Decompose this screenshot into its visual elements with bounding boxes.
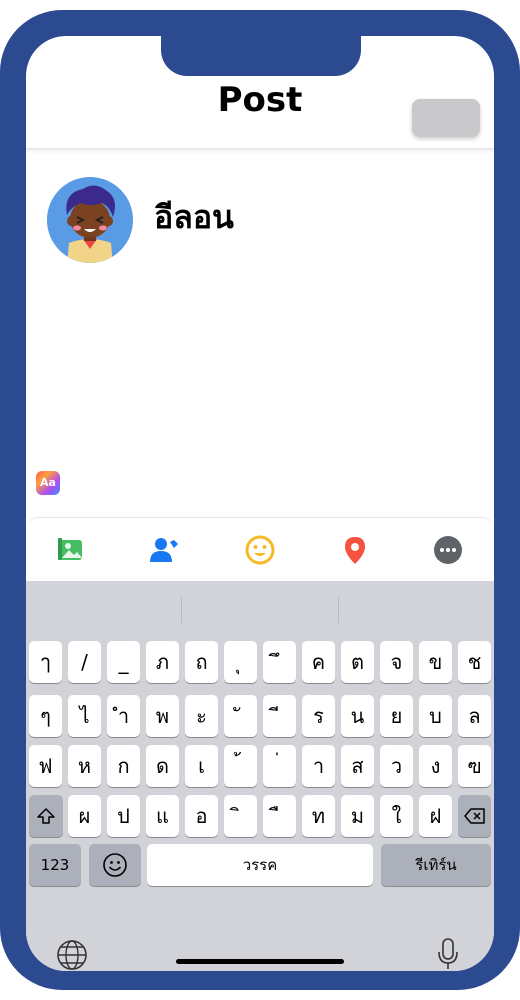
space-key[interactable]: วรรค xyxy=(147,844,373,886)
key[interactable]: ื xyxy=(263,795,296,837)
key[interactable]: ล xyxy=(458,695,491,737)
avatar xyxy=(47,177,133,263)
composer-toolbar xyxy=(26,517,494,581)
key[interactable]: ป xyxy=(107,795,140,837)
key[interactable]: ๅ xyxy=(29,641,62,683)
key[interactable]: ั xyxy=(224,695,257,737)
key[interactable]: ิ xyxy=(224,795,257,837)
feeling-icon[interactable] xyxy=(244,534,276,566)
key[interactable]: ก xyxy=(107,745,140,787)
username: อีลอน xyxy=(154,198,234,236)
key[interactable]: ว xyxy=(380,745,413,787)
key[interactable]: ี xyxy=(263,695,296,737)
screen: Post อีลอน Aa ๅ / _ ภ ถ ค ต จ ข ช ๆ ไ ำ … xyxy=(26,36,494,971)
key[interactable]: ด xyxy=(146,745,179,787)
key[interactable]: ำ xyxy=(107,695,140,737)
suggestion-divider xyxy=(338,597,339,623)
microphone-icon[interactable] xyxy=(436,937,460,971)
emoji-key[interactable] xyxy=(89,844,141,886)
key[interactable]: _ xyxy=(107,641,140,683)
key[interactable]: ต xyxy=(341,641,374,683)
return-key[interactable]: รีเทิร์น xyxy=(381,844,491,886)
key[interactable]: ึ xyxy=(263,641,296,683)
key[interactable]: ุ xyxy=(224,641,257,683)
key[interactable]: พ xyxy=(146,695,179,737)
key[interactable]: บ xyxy=(419,695,452,737)
key[interactable]: เ xyxy=(185,745,218,787)
key[interactable]: / xyxy=(68,641,101,683)
avatar-illustration xyxy=(47,177,133,263)
key[interactable]: ค xyxy=(302,641,335,683)
key[interactable]: อ xyxy=(185,795,218,837)
key[interactable]: ข xyxy=(419,641,452,683)
tag-people-icon[interactable] xyxy=(148,534,180,566)
post-button[interactable] xyxy=(412,99,480,137)
key[interactable]: ส xyxy=(341,745,374,787)
key[interactable]: ห xyxy=(68,745,101,787)
key[interactable]: ร xyxy=(302,695,335,737)
key[interactable]: ฟ xyxy=(29,745,62,787)
key[interactable]: ๆ xyxy=(29,695,62,737)
delete-key[interactable] xyxy=(458,795,491,837)
backspace-icon xyxy=(463,808,485,824)
suggestion-divider xyxy=(181,597,182,623)
key[interactable]: ่ xyxy=(263,745,296,787)
key[interactable]: แ xyxy=(146,795,179,837)
key[interactable]: ผ xyxy=(68,795,101,837)
emoji-icon xyxy=(103,853,127,877)
phone-frame: Post อีลอน Aa ๅ / _ ภ ถ ค ต จ ข ช ๆ ไ ำ … xyxy=(0,10,520,990)
key[interactable]: ไ xyxy=(68,695,101,737)
more-icon[interactable] xyxy=(432,534,464,566)
text-style-button[interactable]: Aa xyxy=(36,471,60,495)
shift-key[interactable] xyxy=(29,795,63,837)
key[interactable]: ง xyxy=(419,745,452,787)
key[interactable]: ถ xyxy=(185,641,218,683)
key[interactable]: ฃ xyxy=(458,745,491,787)
key[interactable]: ท xyxy=(302,795,335,837)
key[interactable]: จ xyxy=(380,641,413,683)
key[interactable]: ย xyxy=(380,695,413,737)
key[interactable]: ใ xyxy=(380,795,413,837)
notch xyxy=(161,36,361,76)
key[interactable]: ะ xyxy=(185,695,218,737)
globe-icon[interactable] xyxy=(56,939,88,971)
key[interactable]: ภ xyxy=(146,641,179,683)
keyboard: ๅ/_ภถุึคตจขช ๆไำพะัีรนยบล ฟหกดเ้่าสวงฃ ผ… xyxy=(26,581,494,971)
home-indicator xyxy=(176,959,344,964)
key[interactable]: ม xyxy=(341,795,374,837)
shift-icon xyxy=(37,808,55,824)
key[interactable]: า xyxy=(302,745,335,787)
key[interactable]: น xyxy=(341,695,374,737)
key[interactable]: ้ xyxy=(224,745,257,787)
photo-icon[interactable] xyxy=(55,534,87,566)
numbers-key[interactable]: 123 xyxy=(29,844,81,886)
key[interactable]: ฝ xyxy=(419,795,452,837)
location-icon[interactable] xyxy=(339,534,371,566)
key[interactable]: ช xyxy=(458,641,491,683)
